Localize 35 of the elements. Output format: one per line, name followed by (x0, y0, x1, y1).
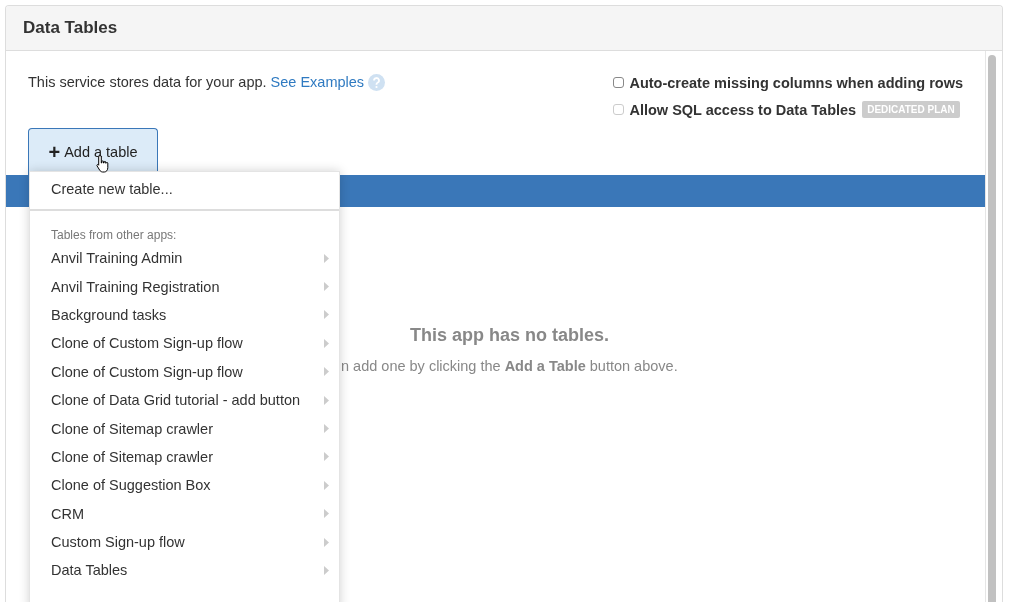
checkbox-label: Allow SQL access to Data Tables (629, 101, 857, 118)
submenu-arrow-icon (324, 282, 329, 292)
menu-item[interactable]: Data Tables (30, 556, 339, 585)
submenu-arrow-icon (324, 509, 329, 519)
menu-item[interactable]: Custom Sign-up flow (30, 527, 339, 557)
empty-message: n add one by clicking the Add a Table button above. (341, 358, 678, 374)
checkbox[interactable] (613, 77, 625, 88)
submenu-arrow-icon (324, 253, 329, 263)
menu-item[interactable]: Clone of Sitemap crawler (30, 442, 339, 472)
menu-section-label: Tables from other apps: (50, 227, 178, 244)
submenu-arrow-icon (324, 338, 329, 348)
menu-item[interactable]: Clone of Sitemap crawler (30, 414, 339, 443)
submenu-arrow-icon (324, 310, 329, 320)
menu-item[interactable]: Clone of Data Grid tutorial - add button (30, 385, 339, 415)
menu-item[interactable]: Clone of Suggestion Box (30, 471, 339, 500)
submenu-arrow-icon (324, 424, 329, 434)
menu-item[interactable]: Anvil Training Registration (30, 272, 339, 301)
menu-item[interactable]: CRM (30, 499, 339, 528)
checkbox-label: Auto-create missing columns when adding rows (629, 74, 963, 91)
submenu-arrow-icon (324, 367, 329, 377)
menu-item[interactable]: Clone of Custom Sign-up flow (30, 357, 339, 386)
panel-title: Data Tables (6, 6, 1002, 51)
help-icon[interactable] (368, 73, 386, 91)
menu-item[interactable]: Anvil Training Admin (30, 244, 339, 273)
menu-item[interactable]: Background tasks (30, 300, 339, 330)
see-examples-link[interactable]: See Examples (270, 74, 365, 90)
submenu-arrow-icon (324, 537, 329, 547)
menu-item[interactable]: Clone of Custom Sign-up flow (30, 329, 339, 358)
add-table-button[interactable]: + Add a table (28, 128, 158, 175)
submenu-arrow-icon (324, 395, 329, 405)
submenu-arrow-icon (324, 566, 329, 575)
empty-title: This app has no tables. (409, 325, 609, 346)
submenu-arrow-icon (324, 452, 329, 462)
intro-text: This service stores data for your app. (28, 74, 267, 90)
submenu-arrow-icon (324, 480, 329, 490)
